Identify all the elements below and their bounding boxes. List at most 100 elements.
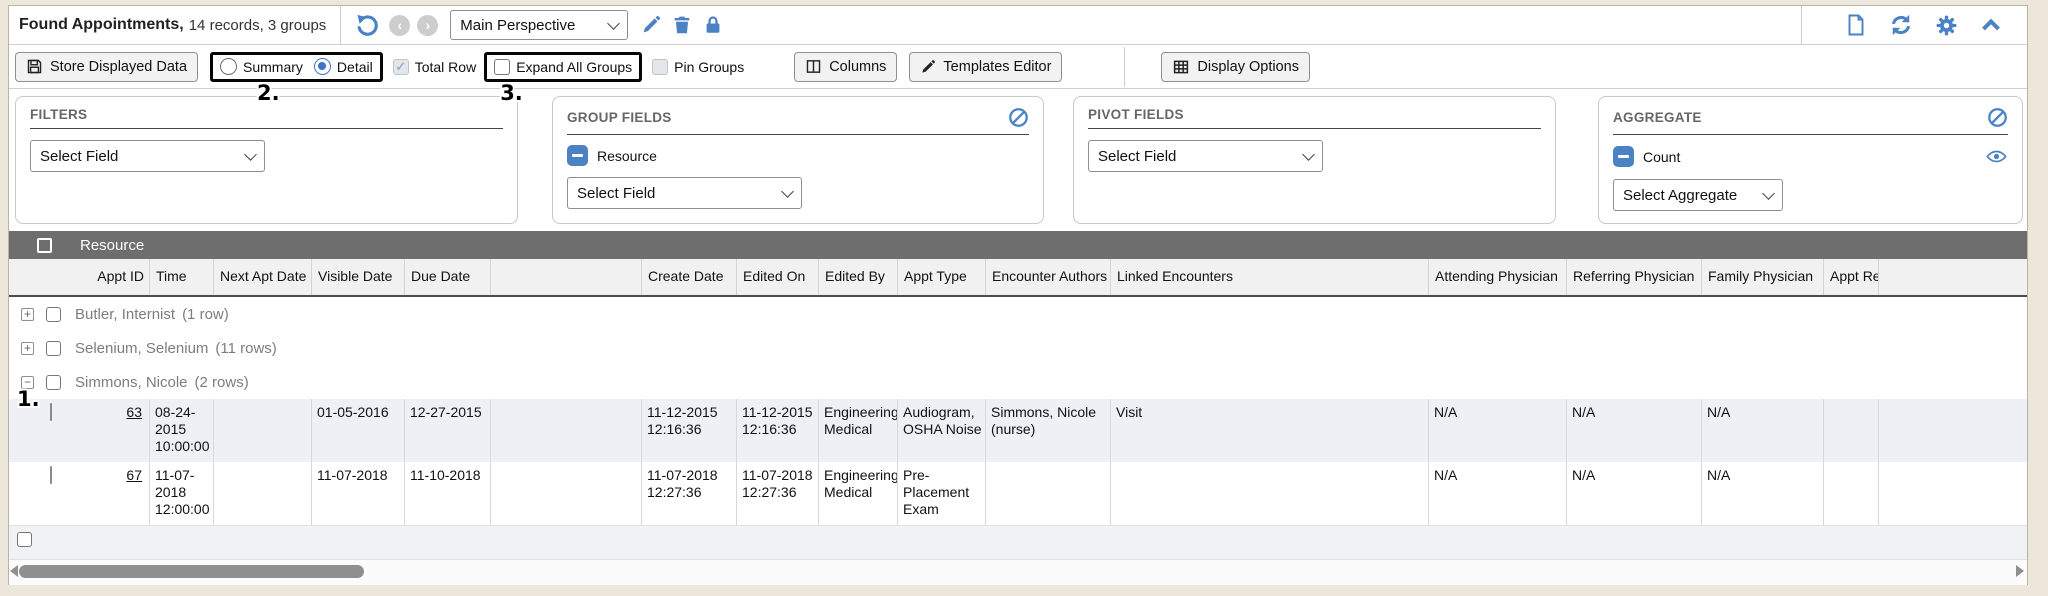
group-checkbox[interactable] bbox=[46, 307, 61, 322]
prev-circle-icon[interactable]: ‹ bbox=[389, 15, 410, 36]
column-header-edited_by[interactable]: Edited By bbox=[819, 259, 898, 295]
column-header-attending_physician[interactable]: Attending Physician bbox=[1429, 259, 1567, 295]
expand-all-groups-checkbox[interactable] bbox=[494, 59, 510, 75]
cell-time: 08-24-2015 10:00:00 bbox=[150, 399, 214, 462]
group-row-count: (1 row) bbox=[182, 306, 229, 323]
column-header-appt_re[interactable]: Appt Re bbox=[1824, 259, 1879, 295]
cell-family_physician: N/A bbox=[1702, 399, 1824, 462]
group-band: Resource bbox=[9, 231, 2027, 259]
expand-group-icon[interactable]: + bbox=[21, 308, 34, 321]
aggregate-select[interactable]: Select Aggregate bbox=[1613, 179, 1783, 211]
field-panels: FILTERS Select Field GROUP FIELDS Resour… bbox=[9, 89, 2027, 231]
cell-family_physician: N/A bbox=[1702, 462, 1824, 525]
expand-all-groups-label: Expand All Groups bbox=[516, 59, 632, 75]
total-row-label: Total Row bbox=[415, 59, 476, 75]
horizontal-scrollbar[interactable] bbox=[9, 559, 2027, 585]
pivot-fields-panel: PIVOT FIELDS Select Field bbox=[1073, 96, 1556, 224]
templates-editor-button[interactable]: Templates Editor bbox=[909, 52, 1062, 82]
expand-group-icon[interactable]: + bbox=[21, 342, 34, 355]
cell-select bbox=[45, 399, 90, 462]
cell-edited_by: Engineering, Medical bbox=[819, 399, 898, 462]
filters-select[interactable]: Select Field bbox=[30, 140, 265, 172]
collapse-group-icon[interactable]: − bbox=[21, 376, 34, 389]
pin-groups-label: Pin Groups bbox=[674, 59, 744, 75]
perspective-value: Main Perspective bbox=[460, 17, 575, 34]
undo-icon[interactable] bbox=[354, 12, 380, 38]
group-fields-select[interactable]: Select Field bbox=[567, 177, 802, 209]
cell-linked_encounters: Visit bbox=[1111, 399, 1429, 462]
pivot-fields-title: PIVOT FIELDS bbox=[1088, 107, 1184, 122]
scrollbar-thumb[interactable] bbox=[19, 565, 364, 578]
next-circle-icon[interactable]: › bbox=[417, 15, 438, 36]
lock-icon[interactable] bbox=[702, 14, 724, 36]
scroll-left-icon[interactable] bbox=[10, 565, 18, 577]
aggregate-title: AGGREGATE bbox=[1613, 110, 1702, 125]
column-header-gap2 bbox=[1879, 259, 2023, 295]
column-header-create_date[interactable]: Create Date bbox=[642, 259, 737, 295]
group-row: +Selenium, Selenium(11 rows) bbox=[9, 331, 2027, 365]
pencil-icon[interactable] bbox=[640, 14, 662, 36]
display-options-button[interactable]: Display Options bbox=[1161, 52, 1310, 82]
footer-checkbox[interactable] bbox=[17, 532, 32, 547]
summary-radio[interactable] bbox=[220, 58, 237, 75]
column-header-family_physician[interactable]: Family Physician bbox=[1702, 259, 1824, 295]
cell-edited_on: 11-07-2018 12:27:36 bbox=[737, 462, 819, 525]
group-name: Simmons, Nicole bbox=[75, 374, 188, 391]
group-checkbox[interactable] bbox=[46, 375, 61, 390]
cell-next_apt_date bbox=[214, 399, 312, 462]
total-row-checkbox[interactable] bbox=[393, 59, 409, 75]
clear-groups-icon[interactable] bbox=[1008, 107, 1029, 128]
row-checkbox[interactable] bbox=[50, 466, 52, 484]
new-document-icon[interactable] bbox=[1844, 13, 1868, 37]
column-header-appt_id[interactable]: Appt ID bbox=[90, 259, 150, 295]
record-count: 14 records, 3 groups bbox=[189, 17, 327, 34]
column-header-referring_physician[interactable]: Referring Physician bbox=[1567, 259, 1702, 295]
cell-gap1 bbox=[491, 462, 642, 525]
row-checkbox[interactable] bbox=[50, 403, 52, 421]
group-band-label: Resource bbox=[80, 237, 144, 254]
toolbar-divider bbox=[1124, 47, 1125, 87]
cell-edited_by: Engineering, Medical bbox=[819, 462, 898, 525]
found-appointments-panel: Found Appointments, 14 records, 3 groups… bbox=[8, 5, 2028, 585]
trash-icon[interactable] bbox=[671, 14, 693, 36]
pivot-fields-select[interactable]: Select Field bbox=[1088, 140, 1323, 172]
store-displayed-data-button[interactable]: Store Displayed Data bbox=[15, 52, 198, 82]
collapse-up-icon[interactable] bbox=[1979, 13, 2003, 37]
detail-radio[interactable] bbox=[314, 58, 331, 75]
column-header-next_apt_date[interactable]: Next Apt Date bbox=[214, 259, 312, 295]
clear-aggregate-icon[interactable] bbox=[1987, 107, 2008, 128]
pin-groups-checkbox[interactable] bbox=[652, 59, 668, 75]
column-header-row: Appt IDTimeNext Apt DateVisible DateDue … bbox=[9, 259, 2027, 297]
column-header-encounter_authors[interactable]: Encounter Authors bbox=[986, 259, 1111, 295]
filters-title: FILTERS bbox=[30, 107, 87, 122]
gear-icon[interactable] bbox=[1934, 13, 1959, 38]
column-header-visible_date[interactable]: Visible Date bbox=[312, 259, 405, 295]
group-row: −Simmons, Nicole(2 rows) bbox=[9, 365, 2027, 399]
cell-gap1 bbox=[491, 399, 642, 462]
columns-button[interactable]: Columns bbox=[794, 52, 897, 82]
column-header-due_date[interactable]: Due Date bbox=[405, 259, 491, 295]
footer-row bbox=[9, 525, 2027, 559]
remove-group-field-icon[interactable] bbox=[567, 145, 588, 166]
column-header-edited_on[interactable]: Edited On bbox=[737, 259, 819, 295]
appt-id-link[interactable]: 63 bbox=[126, 404, 142, 420]
remove-aggregate-icon[interactable] bbox=[1613, 146, 1634, 167]
column-header-time[interactable]: Time bbox=[150, 259, 214, 295]
refresh-icon[interactable] bbox=[1888, 12, 1914, 38]
filters-panel: FILTERS Select Field bbox=[15, 96, 518, 224]
scroll-right-icon[interactable] bbox=[2016, 565, 2024, 577]
aggregate-panel: AGGREGATE Count Select Aggregate bbox=[1598, 96, 2023, 224]
select-all-checkbox[interactable] bbox=[37, 238, 52, 253]
aggregate-label: Count bbox=[1643, 149, 1680, 165]
cell-next_apt_date bbox=[214, 462, 312, 525]
column-header-appt_type[interactable]: Appt Type bbox=[898, 259, 986, 295]
table-row: 6711-07-2018 12:00:0011-07-201811-10-201… bbox=[9, 462, 2027, 525]
detail-label: Detail bbox=[337, 59, 373, 75]
eye-icon[interactable] bbox=[1985, 145, 2008, 168]
appt-id-link[interactable]: 67 bbox=[126, 467, 142, 483]
column-header-expander bbox=[9, 259, 45, 295]
group-checkbox[interactable] bbox=[46, 341, 61, 356]
column-header-linked_encounters[interactable]: Linked Encounters bbox=[1111, 259, 1429, 295]
cell-edited_on: 11-12-2015 12:16:36 bbox=[737, 399, 819, 462]
perspective-select[interactable]: Main Perspective bbox=[450, 10, 628, 40]
